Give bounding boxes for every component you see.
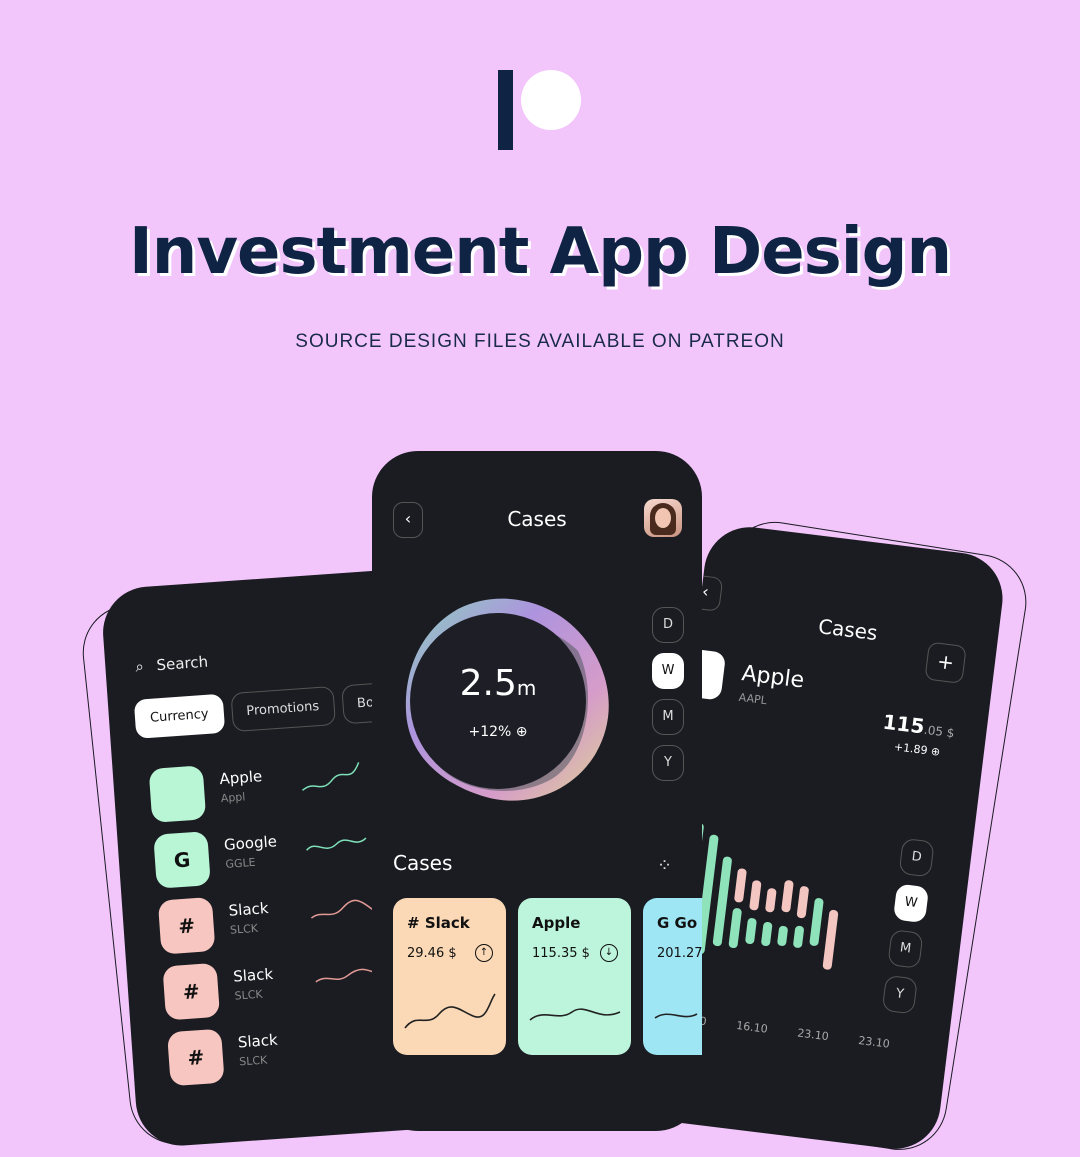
value-change: +12% ⊕ xyxy=(410,724,586,740)
section-title: Cases xyxy=(393,851,453,875)
chart-bar xyxy=(822,909,839,970)
sparkline xyxy=(306,837,367,851)
apple-icon xyxy=(148,765,207,823)
arrow-up-icon: ↑ xyxy=(475,944,493,962)
date-label: 23.10 xyxy=(857,1034,891,1051)
price-main: 115 xyxy=(881,709,926,739)
period-m[interactable]: M xyxy=(887,929,924,969)
card-price: 29.46 $ xyxy=(407,946,457,961)
period-y[interactable]: Y xyxy=(652,745,684,781)
card-label: Slack xyxy=(424,914,470,932)
chart-bar xyxy=(745,918,757,945)
logo-bar xyxy=(498,70,513,150)
change-value: +1.89 xyxy=(893,740,929,758)
date-label: 23.10 xyxy=(796,1026,830,1044)
card-price: 115.35 $ xyxy=(532,946,590,961)
google-icon: G xyxy=(153,831,211,889)
item-ticker: SLCK xyxy=(238,1053,268,1069)
item-name: Slack xyxy=(228,899,270,920)
item-name: Slack xyxy=(232,964,274,986)
stock-ticker: AAPL xyxy=(738,690,768,708)
page-subtitle: SOURCE DESIGN FILES AVAILABLE ON PATREON xyxy=(295,331,785,352)
item-ticker: Appl xyxy=(220,790,246,806)
item-ticker: SLCK xyxy=(234,987,264,1003)
avatar-face xyxy=(655,508,671,528)
change-text: +12% xyxy=(468,724,512,740)
arrow-down-icon: ↓ xyxy=(600,944,618,962)
slack-icon: # xyxy=(407,914,420,932)
period-d[interactable]: D xyxy=(652,607,684,643)
page-title: Investment App Design xyxy=(128,215,952,289)
avatar[interactable] xyxy=(644,499,682,537)
bar-group xyxy=(734,868,839,970)
date-label: 16.10 xyxy=(735,1019,769,1036)
slack-icon: # xyxy=(162,962,221,1021)
chart-bar xyxy=(796,886,809,919)
item-name: Slack xyxy=(237,1030,279,1052)
stock-name: Apple xyxy=(740,661,806,694)
chip-promotions[interactable]: Promotions xyxy=(230,685,336,733)
case-card[interactable]: Apple 115.35 $ ↓ xyxy=(518,898,631,1055)
chart-bar xyxy=(712,856,732,947)
card-price: 201.27 xyxy=(657,946,702,961)
chart-bar xyxy=(793,925,804,948)
period-selector: D W M Y xyxy=(881,837,935,1025)
item-name: Google xyxy=(223,832,278,854)
case-card[interactable]: G Go 201.27 xyxy=(643,898,702,1055)
period-selector: D W M Y xyxy=(652,607,684,791)
center-phone: ‹ Cases 2.5m +12% ⊕ D W M Y Cases ⁘ # Sl… xyxy=(372,451,702,1131)
item-name: Apple xyxy=(218,767,263,789)
date-axis: 09.10 16.10 23.10 23.10 xyxy=(675,1012,891,1051)
sparkline xyxy=(529,1008,621,1021)
chart-bar xyxy=(809,898,824,946)
item-ticker: SLCK xyxy=(229,921,259,937)
google-icon: G xyxy=(657,914,670,932)
chart-bar xyxy=(734,868,747,903)
chart-bar xyxy=(749,880,762,911)
card-name: # Slack xyxy=(407,914,470,932)
price-bar-chart xyxy=(687,822,839,970)
chart-bar xyxy=(728,908,742,949)
case-card[interactable]: # Slack 29.46 $ ↑ xyxy=(393,898,506,1055)
value-number: 2.5 xyxy=(459,663,517,704)
card-name: G Go xyxy=(657,914,697,932)
chart-bar xyxy=(777,925,788,946)
more-icon[interactable]: ⁘ xyxy=(657,855,672,876)
period-m[interactable]: M xyxy=(652,699,684,735)
period-y[interactable]: Y xyxy=(881,974,918,1015)
item-ticker: GGLE xyxy=(224,855,256,871)
sparkline xyxy=(301,762,360,791)
case-cards: # Slack 29.46 $ ↑ Apple 115.35 $ ↓ G Go … xyxy=(393,898,702,1055)
add-button[interactable]: + xyxy=(924,641,967,684)
value-unit: m xyxy=(516,676,537,700)
portfolio-value: 2.5m xyxy=(410,663,586,704)
sparkline xyxy=(654,1013,698,1019)
sparkline xyxy=(404,993,496,1029)
chart-bar xyxy=(761,921,773,946)
card-label: Apple xyxy=(532,914,581,932)
chart-bar xyxy=(781,880,794,913)
period-w[interactable]: W xyxy=(652,653,684,689)
search-bar[interactable]: ⌕ Search xyxy=(135,653,209,676)
period-w[interactable]: W xyxy=(892,883,930,924)
period-d[interactable]: D xyxy=(898,837,935,878)
card-label: Go xyxy=(674,914,698,932)
arrow-up-icon: ⊕ xyxy=(515,724,528,740)
price-change: +1.89 ⊕ xyxy=(893,740,941,759)
stock-price: 115.05 $ xyxy=(882,710,957,743)
search-label: Search xyxy=(155,652,209,675)
chart-bar xyxy=(765,888,777,913)
chip-currency[interactable]: Currency xyxy=(133,693,225,739)
arrow-up-icon: ⊕ xyxy=(930,744,941,759)
slack-icon: # xyxy=(167,1028,225,1087)
price-decimal: .05 $ xyxy=(923,722,956,741)
sparkline xyxy=(310,899,374,919)
logo-dot xyxy=(521,70,581,130)
card-name: Apple xyxy=(532,914,580,932)
patreon-logo xyxy=(498,70,588,150)
search-icon: ⌕ xyxy=(134,657,145,676)
slack-icon: # xyxy=(157,896,216,955)
